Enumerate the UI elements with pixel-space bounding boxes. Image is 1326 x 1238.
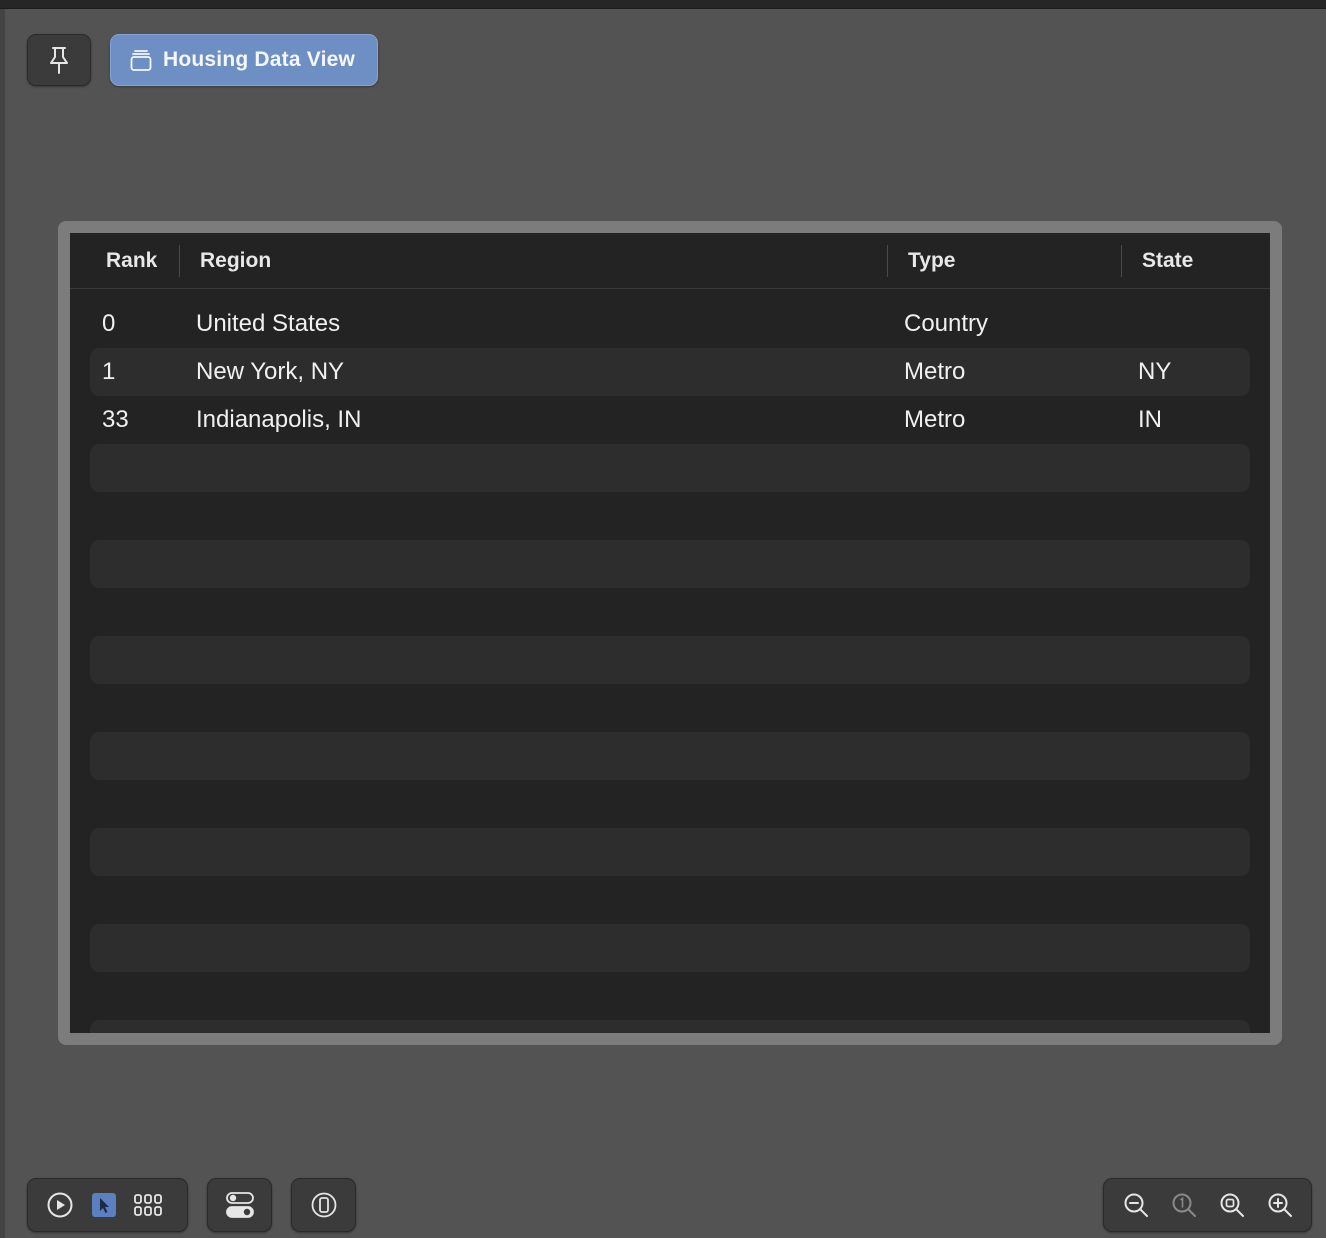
empty-row [90, 444, 1250, 492]
variants-button-group [207, 1178, 272, 1232]
table-row[interactable]: 1 New York, NY Metro NY [90, 348, 1250, 396]
empty-row [90, 540, 1250, 588]
cell-rank: 1 [102, 358, 116, 385]
column-divider[interactable] [887, 245, 888, 277]
column-header-type[interactable]: Type [908, 233, 955, 289]
preview-tab-housing-data-view[interactable]: Housing Data View [110, 34, 378, 86]
zoom-out-icon [1124, 1193, 1148, 1217]
device-settings-group [291, 1178, 356, 1232]
cell-type: Metro [904, 358, 966, 385]
live-preview-button[interactable] [42, 1187, 78, 1223]
empty-row [90, 828, 1250, 876]
zoom-to-fit-button[interactable] [1214, 1187, 1250, 1223]
zoom-actual-size-icon [1172, 1193, 1196, 1217]
column-header-state[interactable]: State [1142, 233, 1193, 289]
zoom-to-fit-icon [1220, 1193, 1244, 1217]
zoom-out-button[interactable] [1118, 1187, 1154, 1223]
cell-state: IN [1138, 406, 1162, 433]
zoom-in-button[interactable] [1262, 1187, 1298, 1223]
table-row[interactable]: 0 United States Country [90, 300, 1250, 348]
column-header-region[interactable]: Region [200, 233, 271, 289]
column-divider[interactable] [179, 245, 180, 277]
cell-type: Metro [904, 406, 966, 433]
empty-row [90, 636, 1250, 684]
selectable-mode-button[interactable] [86, 1187, 122, 1223]
column-divider[interactable] [1121, 245, 1122, 277]
window-top-edge [0, 0, 1326, 9]
data-table: Rank Region Type State 0 United States C… [70, 233, 1270, 1033]
stack-icon [130, 50, 152, 71]
table-row[interactable]: 33 Indianapolis, IN Metro IN [90, 396, 1250, 444]
preview-canvas: Rank Region Type State 0 United States C… [58, 221, 1282, 1045]
cell-rank: 33 [102, 406, 129, 433]
cell-region: United States [196, 310, 341, 337]
variants-grid-button[interactable] [130, 1187, 166, 1223]
play-icon [47, 1192, 73, 1218]
empty-row [90, 1020, 1250, 1033]
variants-button[interactable] [222, 1187, 258, 1223]
select-icon [92, 1193, 116, 1217]
device-settings-button[interactable] [306, 1187, 342, 1223]
preview-mode-controls [27, 1178, 188, 1232]
zoom-controls [1103, 1178, 1312, 1232]
zoom-actual-size-button[interactable] [1166, 1187, 1202, 1223]
column-header-rank[interactable]: Rank [106, 233, 157, 289]
device-icon [311, 1192, 336, 1218]
table-header: Rank Region Type State [70, 233, 1270, 289]
cell-region: New York, NY [196, 358, 345, 385]
cell-state: NY [1138, 358, 1172, 385]
empty-row [90, 732, 1250, 780]
pin-icon [50, 47, 68, 74]
cell-rank: 0 [102, 310, 116, 337]
grid-icon [134, 1194, 162, 1216]
empty-row [90, 924, 1250, 972]
pin-preview-button[interactable] [27, 34, 91, 86]
cell-type: Country [904, 310, 989, 337]
zoom-in-icon [1268, 1193, 1292, 1217]
left-divider [0, 9, 5, 1238]
toggle-icon [225, 1192, 254, 1218]
preview-tab-label: Housing Data View [163, 48, 356, 71]
cell-region: Indianapolis, IN [196, 406, 362, 433]
